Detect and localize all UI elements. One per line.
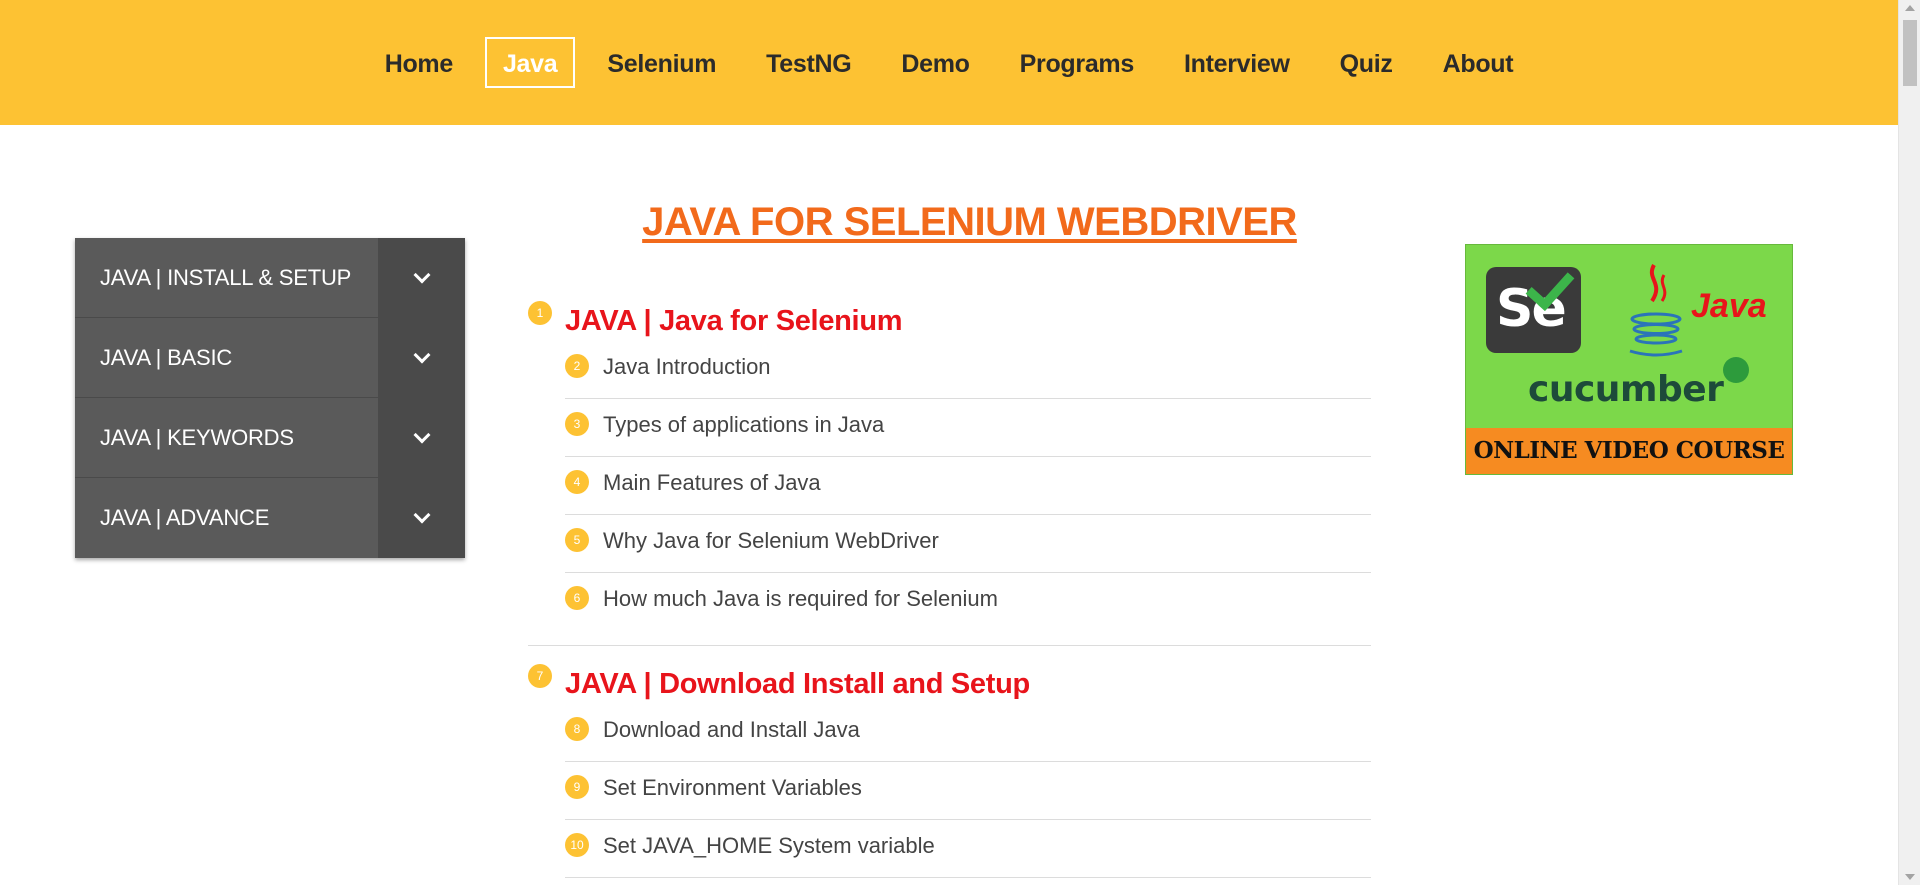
number-badge: 1: [528, 301, 552, 325]
nav-item-quiz[interactable]: Quiz: [1322, 37, 1411, 88]
topic-label[interactable]: Set JAVA_HOME System variable: [603, 833, 935, 858]
sidebar-item-keywords[interactable]: JAVA | KEYWORDS: [75, 398, 465, 478]
chevron-down-icon: [413, 346, 430, 363]
number-badge: 10: [565, 833, 589, 857]
sidebar-item-advance[interactable]: JAVA | ADVANCE: [75, 478, 465, 558]
scroll-up-arrow-icon[interactable]: [1905, 5, 1915, 11]
accordion-toggle[interactable]: [378, 318, 465, 397]
sidebar-item-label: JAVA | INSTALL & SETUP: [75, 238, 378, 317]
nav-item-selenium[interactable]: Selenium: [589, 37, 734, 88]
chevron-down-icon: [413, 506, 430, 524]
topic-label[interactable]: Java Introduction: [603, 354, 771, 379]
content-section: 7 JAVA | Download Install and Setup 8 Dow…: [528, 664, 1371, 878]
accordion-toggle[interactable]: [378, 478, 465, 558]
sidebar-item-label: JAVA | ADVANCE: [75, 478, 378, 558]
ad-banner-caption: ONLINE VIDEO COURSE: [1466, 428, 1792, 474]
section-heading: 7 JAVA | Download Install and Setup: [528, 664, 1371, 704]
section-title-link[interactable]: JAVA | Java for Selenium: [565, 305, 903, 337]
number-badge: 9: [565, 775, 589, 799]
video-course-ad-banner[interactable]: Se Java cucumber ONLINE VIDEO COURSE: [1465, 244, 1793, 475]
topic-link[interactable]: 3 Types of applications in Java: [565, 399, 1371, 457]
top-navigation: Home Java Selenium TestNG Demo Programs …: [0, 0, 1898, 125]
sidebar-accordion: JAVA | INSTALL & SETUP JAVA | BASIC JAVA…: [75, 238, 465, 558]
section-divider: [528, 645, 1371, 646]
topic-link[interactable]: 4 Main Features of Java: [565, 457, 1371, 515]
vertical-scrollbar[interactable]: [1898, 0, 1920, 885]
topic-link[interactable]: 2 Java Introduction: [565, 341, 1371, 399]
number-badge: 7: [528, 664, 552, 688]
scrollbar-thumb[interactable]: [1903, 20, 1917, 86]
section-title-link[interactable]: JAVA | Download Install and Setup: [565, 668, 1030, 700]
nav-item-demo[interactable]: Demo: [883, 37, 987, 88]
nav-item-java[interactable]: Java: [484, 37, 576, 88]
topic-label[interactable]: Why Java for Selenium WebDriver: [603, 528, 939, 553]
sidebar-item-basic[interactable]: JAVA | BASIC: [75, 318, 465, 398]
topic-label[interactable]: How much Java is required for Selenium: [603, 586, 998, 611]
number-badge: 4: [565, 470, 589, 494]
cucumber-logo-text: cucumber: [1528, 369, 1724, 410]
topic-link[interactable]: 6 How much Java is required for Selenium: [565, 573, 1371, 631]
nav-item-programs[interactable]: Programs: [1002, 37, 1152, 88]
topic-label[interactable]: Set Environment Variables: [603, 775, 862, 800]
chevron-down-icon: [413, 266, 430, 283]
topic-label[interactable]: Main Features of Java: [603, 470, 821, 495]
scroll-down-arrow-icon[interactable]: [1905, 874, 1915, 880]
topic-list: 2 Java Introduction 3 Types of application…: [565, 341, 1371, 631]
topic-label[interactable]: Download and Install Java: [603, 717, 860, 742]
accordion-toggle[interactable]: [378, 238, 465, 317]
nav-menu: Home Java Selenium TestNG Demo Programs …: [0, 37, 1898, 88]
number-badge: 3: [565, 412, 589, 436]
topic-list: 8 Download and Install Java 9 Set Environm…: [565, 704, 1371, 878]
topic-link[interactable]: 9 Set Environment Variables: [565, 762, 1371, 820]
number-badge: 5: [565, 528, 589, 552]
section-heading: 1 JAVA | Java for Selenium: [528, 301, 1371, 341]
main-content: JAVA FOR SELENIUM WEBDRIVER 1 JAVA | Jav…: [528, 200, 1371, 878]
java-cup-icon: [1629, 264, 1683, 357]
sidebar-item-install-setup[interactable]: JAVA | INSTALL & SETUP: [75, 238, 465, 318]
page-title[interactable]: JAVA FOR SELENIUM WEBDRIVER: [568, 200, 1371, 245]
java-logo-text: Java: [1691, 287, 1767, 325]
nav-item-home[interactable]: Home: [367, 37, 471, 88]
number-badge: 2: [565, 354, 589, 378]
cucumber-icon: [1723, 357, 1749, 383]
nav-item-about[interactable]: About: [1425, 37, 1532, 88]
sidebar-item-label: JAVA | BASIC: [75, 318, 378, 397]
sidebar-item-label: JAVA | KEYWORDS: [75, 398, 378, 477]
content-section: 1 JAVA | Java for Selenium 2 Java Introdu…: [528, 301, 1371, 646]
topic-label[interactable]: Types of applications in Java: [603, 412, 884, 437]
number-badge: 6: [565, 586, 589, 610]
nav-item-interview[interactable]: Interview: [1166, 37, 1308, 88]
chevron-down-icon: [413, 426, 430, 443]
number-badge: 8: [565, 717, 589, 741]
nav-item-testng[interactable]: TestNG: [748, 37, 869, 88]
topic-link[interactable]: 8 Download and Install Java: [565, 704, 1371, 762]
topic-link[interactable]: 10 Set JAVA_HOME System variable: [565, 820, 1371, 878]
accordion-toggle[interactable]: [378, 398, 465, 477]
topic-link[interactable]: 5 Why Java for Selenium WebDriver: [565, 515, 1371, 573]
